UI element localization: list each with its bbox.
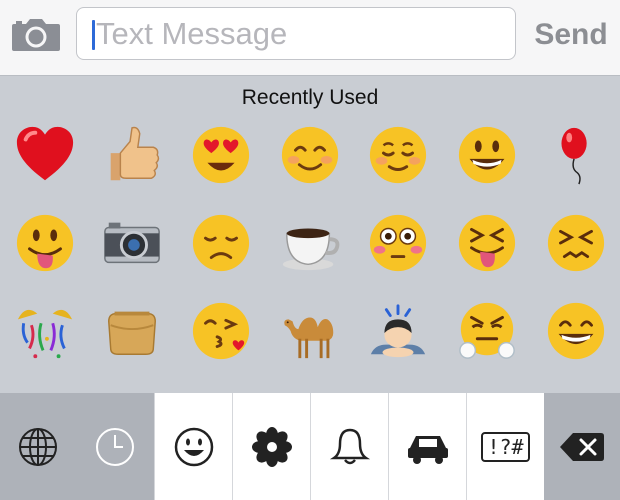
emoji-blushing-smile-face[interactable] bbox=[362, 119, 434, 191]
emoji-smiling-face[interactable] bbox=[274, 119, 346, 191]
camera-emoji-icon bbox=[104, 222, 160, 264]
grinning-face-icon bbox=[458, 126, 516, 184]
flower-icon bbox=[251, 426, 292, 467]
message-input[interactable]: Text Message bbox=[76, 7, 516, 60]
emoji-disappointed-face[interactable] bbox=[185, 207, 257, 279]
emoji-panel: Recently Used bbox=[0, 77, 620, 393]
squinting-tongue-face-icon bbox=[458, 214, 516, 272]
emoji-flushed-face[interactable] bbox=[362, 207, 434, 279]
emoji-tongue-out-face[interactable] bbox=[9, 207, 81, 279]
symbols-icon: !?# bbox=[481, 431, 530, 462]
flushed-face-icon bbox=[369, 214, 427, 272]
emoji-balloon[interactable] bbox=[540, 119, 612, 191]
tab-recent[interactable] bbox=[76, 393, 154, 500]
grinning-smiling-eyes-face-icon bbox=[547, 302, 605, 360]
emoji-pouch[interactable] bbox=[96, 295, 168, 367]
backspace-icon bbox=[560, 432, 604, 461]
balloon-icon bbox=[561, 127, 587, 185]
kissing-face-icon bbox=[192, 302, 250, 360]
send-button[interactable]: Send bbox=[527, 15, 615, 55]
globe-icon bbox=[19, 427, 57, 466]
confounded-face-icon bbox=[547, 214, 605, 272]
emoji-camel[interactable] bbox=[274, 295, 346, 367]
backspace-button[interactable] bbox=[544, 393, 620, 500]
emoji-confetti-ball[interactable] bbox=[9, 295, 81, 367]
emoji-category-bar: !?# bbox=[0, 393, 620, 500]
confetti-ball-icon bbox=[17, 309, 73, 359]
red-heart-icon bbox=[16, 126, 74, 181]
emoji-bowing-person[interactable] bbox=[362, 295, 434, 367]
emoji-red-heart[interactable] bbox=[9, 119, 81, 191]
tab-people[interactable] bbox=[154, 393, 232, 500]
emoji-hot-beverage[interactable] bbox=[274, 207, 346, 279]
tab-symbols[interactable]: !?# bbox=[466, 393, 544, 500]
smiling-face-icon bbox=[281, 126, 339, 184]
camera-button[interactable] bbox=[10, 14, 62, 54]
bell-icon bbox=[329, 428, 370, 464]
disappointed-face-icon bbox=[192, 214, 250, 272]
emoji-grinning-face[interactable] bbox=[451, 119, 523, 191]
tab-nature[interactable] bbox=[232, 393, 310, 500]
keyboard-switch-button[interactable] bbox=[0, 393, 76, 500]
triumph-face-icon bbox=[459, 302, 515, 359]
emoji-squinting-tongue-face[interactable] bbox=[451, 207, 523, 279]
symbols-label: !?# bbox=[487, 434, 524, 459]
emoji-heart-eyes-face[interactable] bbox=[185, 119, 257, 191]
emoji-kissing-face[interactable] bbox=[185, 295, 257, 367]
car-icon bbox=[407, 435, 448, 464]
text-caret bbox=[92, 20, 95, 50]
emoji-thumbs-up[interactable] bbox=[96, 119, 168, 191]
camel-icon bbox=[284, 317, 334, 359]
tab-objects[interactable] bbox=[310, 393, 388, 500]
emoji-grinning-smiling-eyes-face[interactable] bbox=[540, 295, 612, 367]
clock-icon bbox=[96, 427, 134, 466]
pouch-icon bbox=[108, 311, 156, 355]
message-placeholder: Text Message bbox=[96, 16, 288, 51]
camera-icon bbox=[12, 19, 60, 51]
bowing-person-icon bbox=[370, 304, 426, 358]
emoji-triumph-face[interactable] bbox=[451, 295, 523, 367]
compose-bar: Text Message Send bbox=[0, 0, 620, 76]
emoji-confounded-face[interactable] bbox=[540, 207, 612, 279]
thumbs-up-icon bbox=[110, 126, 160, 181]
section-title: Recently Used bbox=[241, 86, 379, 109]
tab-places[interactable] bbox=[388, 393, 466, 500]
emoji-camera[interactable] bbox=[96, 207, 168, 279]
hot-beverage-icon bbox=[282, 228, 340, 271]
tongue-out-face-icon bbox=[16, 214, 74, 272]
smiley-icon bbox=[174, 427, 213, 466]
blushing-smile-face-icon bbox=[369, 126, 427, 184]
heart-eyes-face-icon bbox=[192, 126, 250, 184]
